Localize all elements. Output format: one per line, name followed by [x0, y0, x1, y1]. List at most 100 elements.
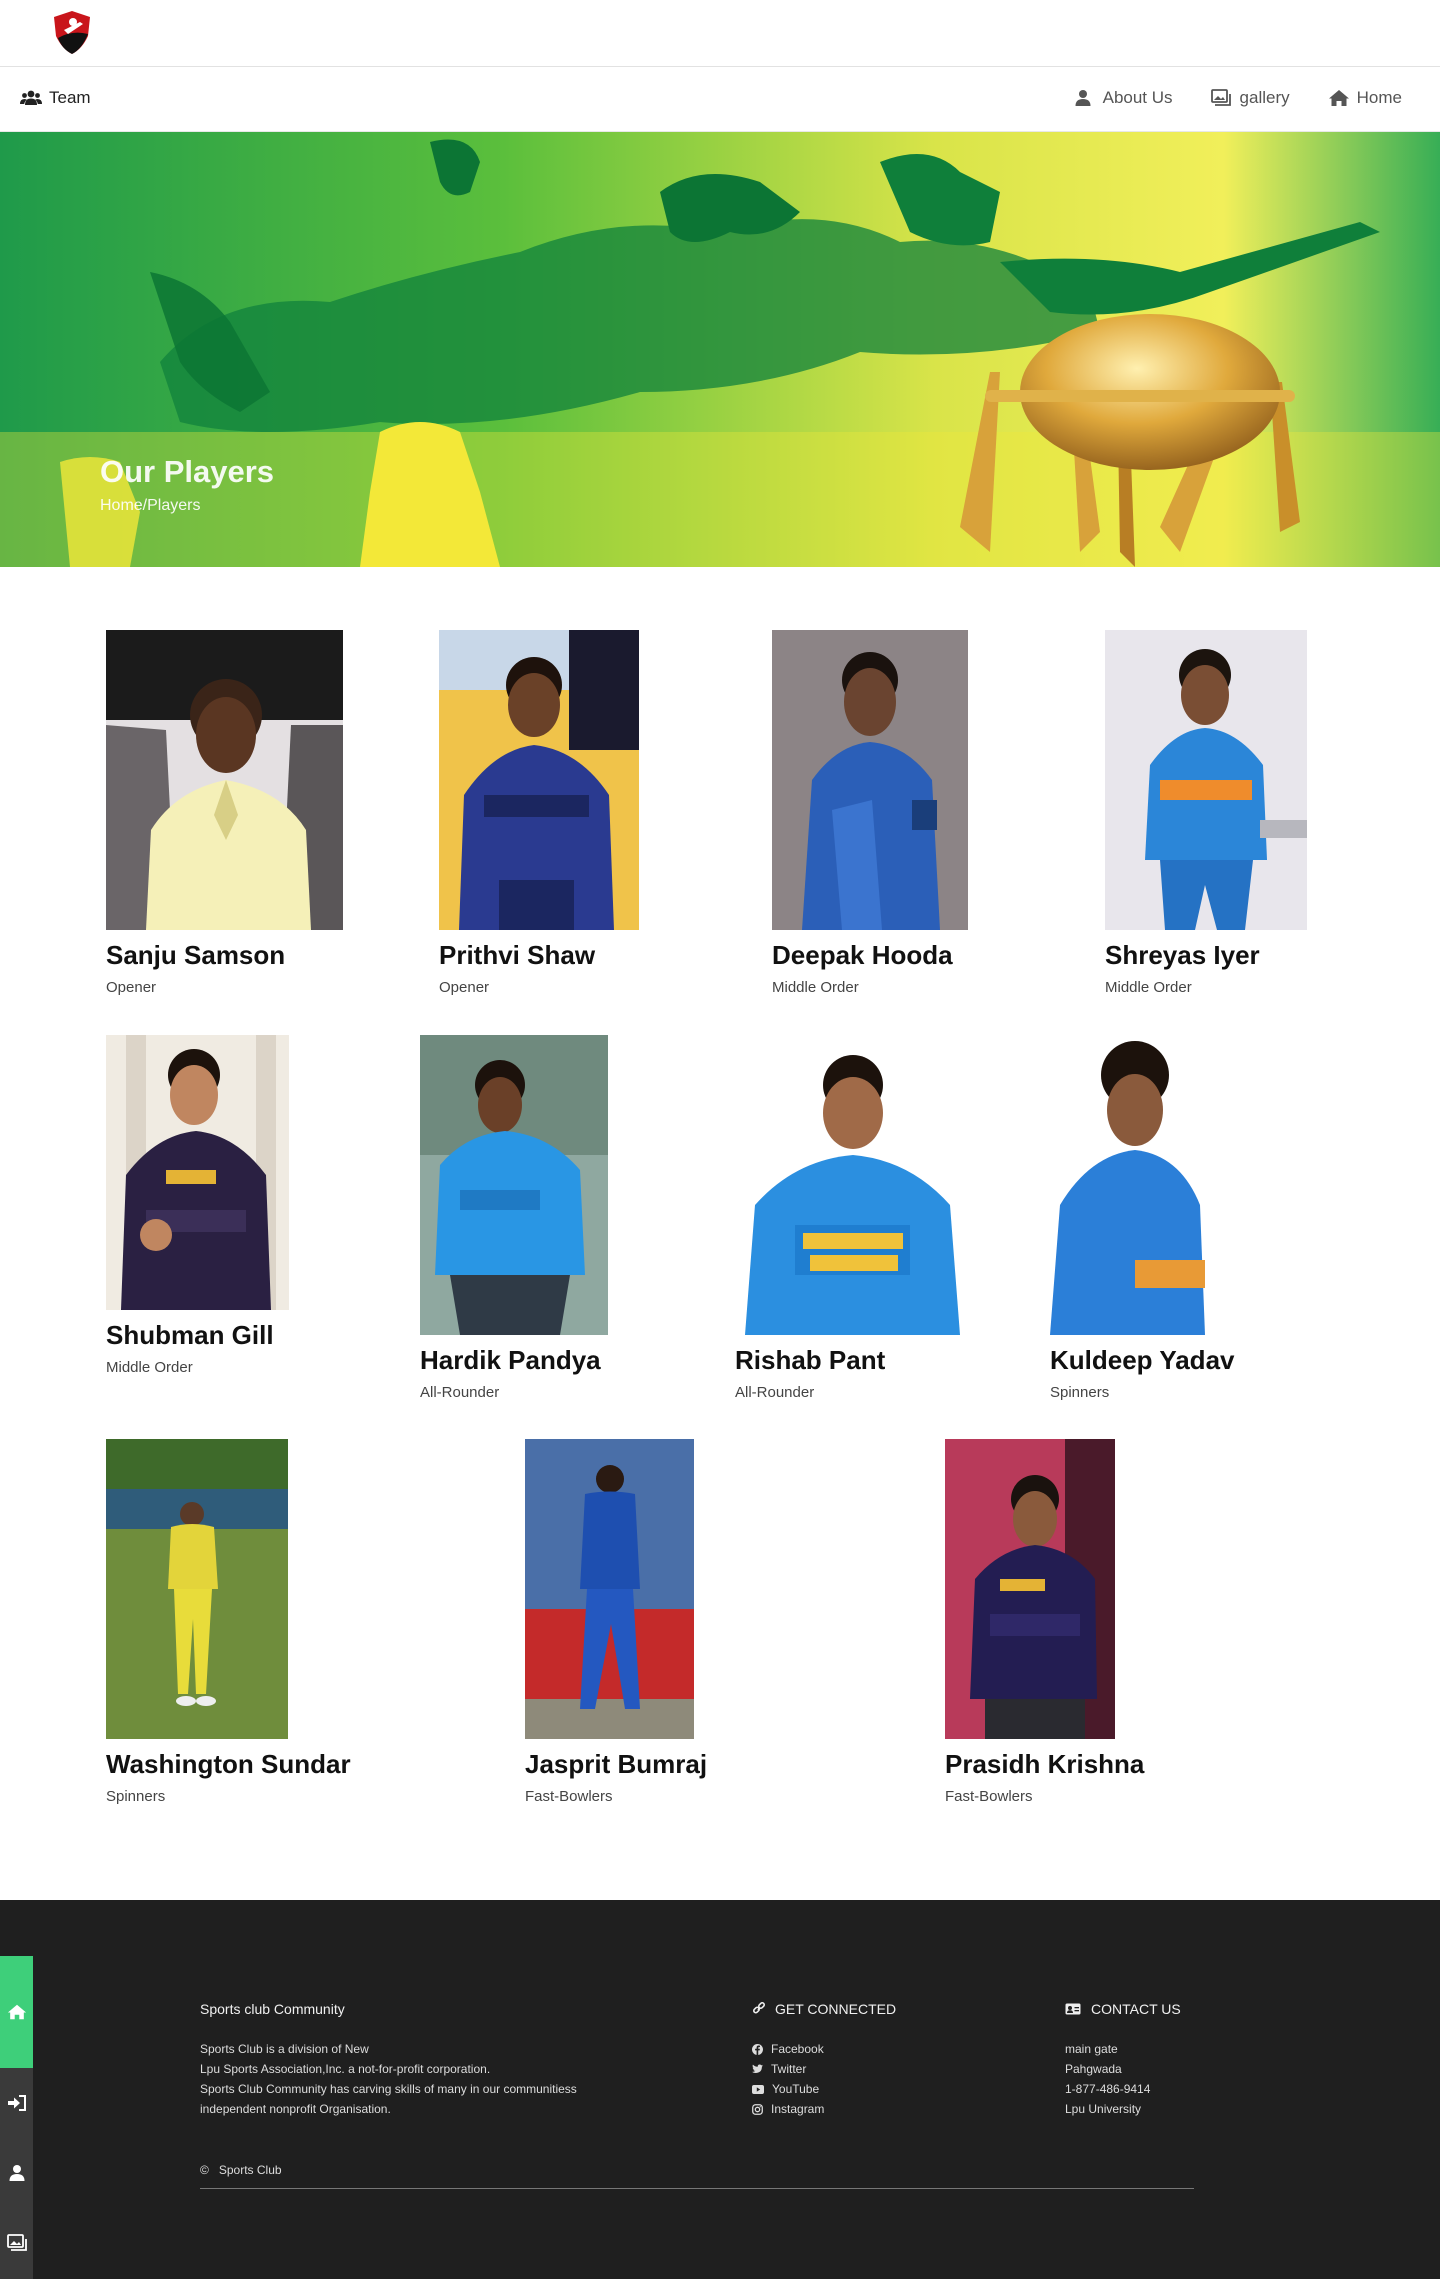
player-card[interactable]: Washington Sundar Spinners [106, 1439, 351, 1805]
twitter-label: Twitter [771, 2062, 807, 2076]
player-card[interactable]: Sanju Samson Opener [106, 630, 343, 996]
nav-team-link[interactable]: Team [20, 88, 91, 108]
footer-about-title: Sports club Community [200, 2001, 345, 2017]
page-title: Our Players [100, 454, 275, 489]
player-name: Washington Sundar [106, 1749, 351, 1779]
player-card[interactable]: Kuldeep Yadav Spinners [1050, 1035, 1235, 1401]
side-quick-nav [0, 1956, 33, 2279]
player-photo[interactable] [525, 1439, 694, 1739]
footer-about-line: independent nonprofit Organisation. [200, 2102, 391, 2116]
footer-about-line: Lpu Sports Association,Inc. a not-for-pr… [200, 2062, 491, 2076]
player-role: All-Rounder [420, 1384, 500, 1401]
player-name: Hardik Pandya [420, 1345, 601, 1375]
contact-line: Lpu University [1065, 2102, 1142, 2116]
player-card[interactable]: Jasprit Bumraj Fast-Bowlers [525, 1439, 707, 1805]
facebook-icon [752, 2043, 763, 2055]
nav-team-label: Team [49, 88, 91, 107]
nav-about-link[interactable]: About Us [1074, 88, 1173, 108]
footer-contact-text: main gate Pahgwada 1-877-486-9414 Lpu Un… [1065, 2039, 1150, 2119]
player-role: Spinners [106, 1788, 166, 1805]
main-navbar: Team About Us gallery Home [0, 68, 1440, 132]
player-role: Opener [439, 979, 490, 996]
nav-gallery-label: gallery [1239, 88, 1290, 107]
player-card[interactable]: Shreyas Iyer Middle Order [1105, 630, 1307, 996]
facebook-label: Facebook [771, 2042, 824, 2056]
footer-divider [200, 2188, 1194, 2189]
hero-background-image [0, 132, 1440, 567]
player-photo[interactable] [1105, 630, 1307, 930]
footer-connect-header: GET CONNECTED [752, 2001, 896, 2017]
player-photo[interactable] [106, 1439, 288, 1739]
footer-about-line: Sports Club is a division of New [200, 2042, 369, 2056]
users-icon [20, 89, 42, 107]
player-photo[interactable] [945, 1439, 1115, 1739]
player-photo[interactable] [106, 1035, 289, 1310]
address-card-icon [1065, 2003, 1081, 2015]
club-logo[interactable] [50, 8, 94, 56]
player-name: Shreyas Iyer [1105, 940, 1260, 970]
player-photo[interactable] [106, 630, 343, 930]
home-icon [7, 2004, 26, 2020]
nav-right-group: About Us gallery Home [1074, 88, 1402, 108]
player-card[interactable]: Hardik Pandya All-Rounder [420, 1035, 608, 1401]
instagram-icon [752, 2103, 763, 2115]
images-icon [6, 2234, 27, 2251]
contact-line: Pahgwada [1065, 2062, 1122, 2076]
copyright-text: Sports Club [218, 2163, 282, 2177]
player-role: Fast-Bowlers [945, 1788, 1033, 1805]
footer-contact-header: CONTACT US [1065, 2001, 1181, 2017]
copyright-icon: © [200, 2163, 209, 2177]
player-name: Shubman Gill [106, 1320, 274, 1350]
home-icon [1328, 89, 1349, 107]
images-icon [1210, 89, 1231, 107]
contact-phone: 1-877-486-9414 [1065, 2082, 1151, 2096]
user-icon [9, 2165, 24, 2181]
player-role: Middle Order [772, 979, 859, 996]
side-profile-button[interactable] [0, 2138, 33, 2208]
player-photo[interactable] [772, 630, 968, 930]
side-home-button[interactable] [0, 1956, 33, 2068]
nav-gallery-link[interactable]: gallery [1210, 88, 1290, 108]
facebook-link[interactable]: Facebook [752, 2039, 824, 2059]
footer-about-line: Sports Club Community has carving skills… [200, 2082, 577, 2096]
player-name: Prithvi Shaw [439, 940, 596, 970]
user-icon [1074, 89, 1094, 107]
side-gallery-button[interactable] [0, 2208, 33, 2278]
player-photo[interactable] [420, 1035, 608, 1335]
side-login-button[interactable] [0, 2068, 33, 2138]
youtube-label: YouTube [772, 2082, 820, 2096]
footer-connect-title: GET CONNECTED [775, 2001, 897, 2017]
instagram-link[interactable]: Instagram [752, 2099, 824, 2119]
hero-banner: Our Players Home/Players [0, 132, 1440, 567]
player-photo[interactable] [1050, 1035, 1210, 1335]
contact-line: main gate [1065, 2042, 1118, 2056]
footer-contact-title: CONTACT US [1091, 2001, 1181, 2017]
youtube-link[interactable]: YouTube [752, 2079, 824, 2099]
player-name: Kuldeep Yadav [1050, 1345, 1235, 1375]
player-role: Middle Order [1105, 979, 1192, 996]
player-name: Jasprit Bumraj [525, 1749, 708, 1779]
twitter-link[interactable]: Twitter [752, 2059, 824, 2079]
player-name: Prasidh Krishna [945, 1749, 1145, 1779]
player-card[interactable]: Rishab Pant All-Rounder [735, 1035, 970, 1401]
player-name: Sanju Samson [106, 940, 286, 970]
player-role: Opener [106, 979, 157, 996]
player-photo[interactable] [735, 1035, 970, 1335]
player-photo[interactable] [439, 630, 639, 930]
player-card[interactable]: Shubman Gill Middle Order [106, 1035, 289, 1376]
breadcrumb: Home/Players [100, 497, 201, 514]
player-role: All-Rounder [735, 1384, 815, 1401]
instagram-label: Instagram [771, 2102, 825, 2116]
player-card[interactable]: Prasidh Krishna Fast-Bowlers [945, 1439, 1144, 1805]
sign-in-icon [7, 2095, 26, 2111]
top-bar [0, 0, 1440, 67]
player-card[interactable]: Deepak Hooda Middle Order [772, 630, 968, 996]
footer-social-links: Facebook Twitter YouTube Instagram [752, 2039, 824, 2119]
nav-home-link[interactable]: Home [1328, 88, 1402, 108]
player-name: Rishab Pant [735, 1345, 886, 1375]
twitter-icon [752, 2064, 763, 2073]
player-role: Middle Order [106, 1359, 193, 1376]
footer-copyright: © Sports Club [200, 2160, 282, 2180]
player-role: Fast-Bowlers [525, 1788, 613, 1805]
player-card[interactable]: Prithvi Shaw Opener [439, 630, 639, 996]
